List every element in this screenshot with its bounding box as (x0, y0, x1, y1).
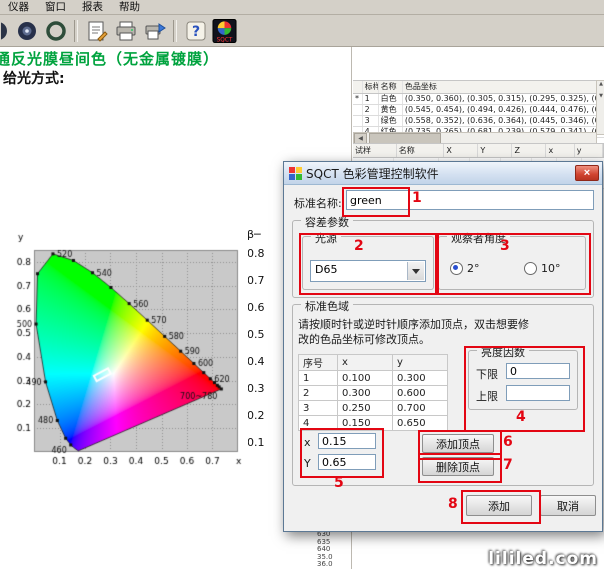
chevron-down-icon[interactable] (407, 262, 424, 280)
instruction-line-2: 改的色品坐标可修改顶点。 (298, 331, 430, 347)
add-vertex-button[interactable]: 添加顶点 (422, 434, 494, 453)
upper-limit-label: 上限 (476, 388, 498, 404)
lower-limit-input[interactable] (506, 363, 570, 379)
toolbar-separator (173, 20, 177, 42)
light-source-value: D65 (315, 263, 337, 276)
col-header-standard: 标样 (363, 81, 379, 93)
application-window: 仪器 窗口 报表 帮助 ? (0, 0, 604, 569)
y-coordinate-label: Y (304, 457, 311, 470)
annotation-number-7: 7 (503, 457, 513, 473)
table-row[interactable]: * 1 白色 (0.350, 0.360), (0.305, 0.315), (… (353, 94, 604, 105)
beta-axis-label: β─ (247, 228, 265, 241)
menu-item-window[interactable]: 窗口 (37, 0, 74, 14)
svg-text:SQCT: SQCT (217, 37, 233, 43)
sample-table-header: 试样 名称 X Y Z x y (353, 143, 604, 158)
observer-2deg-radio[interactable]: 2° (450, 262, 480, 275)
observer-10deg-radio[interactable]: 10° (524, 262, 561, 275)
radio-icon[interactable] (450, 262, 463, 275)
standard-gamut-group-label: 标准色域 (301, 298, 353, 314)
close-icon[interactable]: × (575, 165, 599, 181)
ring-icon[interactable] (42, 17, 69, 44)
dialog-title-bar[interactable]: SQCT 色彩管理控制软件 × (284, 162, 602, 185)
watermark: lililed.com (488, 549, 598, 569)
cie-chromaticity-chart (12, 226, 248, 474)
luminance-factor-group-label: 亮度因数 (477, 344, 529, 360)
menu-item-help[interactable]: 帮助 (111, 0, 148, 14)
print-export-icon[interactable] (141, 17, 168, 44)
sqct-logo-icon[interactable]: SQCT (211, 17, 238, 44)
col-header-coords: 色品坐标 (403, 81, 604, 93)
add-button[interactable]: 添加 (466, 495, 532, 516)
y-coordinate-input[interactable] (318, 454, 376, 470)
x-coordinate-label: x (304, 436, 311, 449)
vertex-row[interactable]: 40.1500.650 (299, 416, 448, 431)
document-title: 通反光膜昼间色（无金属镀膜） (0, 48, 219, 69)
clipped-icon[interactable] (0, 16, 11, 45)
menu-item-instrument[interactable]: 仪器 (0, 0, 37, 14)
vertex-row[interactable]: 10.1000.300 (299, 371, 448, 386)
tolerance-group-label: 容差参数 (301, 214, 353, 230)
table-row[interactable]: 3 绿色 (0.558, 0.352), (0.636, 0.364), (0.… (353, 116, 604, 127)
document-subtitle: 给光方式: (3, 68, 65, 88)
x-coordinate-input[interactable] (318, 433, 376, 449)
light-source-group-label: 光源 (311, 230, 341, 246)
background-table-fragment: 630 635 640 35.0 36.0 (317, 531, 333, 569)
table-row[interactable]: 2 黄色 (0.545, 0.454), (0.494, 0.426), (0.… (353, 105, 604, 116)
light-source-select[interactable]: D65 (310, 260, 426, 282)
annotation-number-5: 5 (334, 475, 344, 491)
cancel-button[interactable]: 取消 (540, 495, 596, 516)
annotation-number-3: 3 (500, 238, 510, 254)
vertex-row[interactable]: 20.3000.600 (299, 386, 448, 401)
standards-table: 标样 名称 色品坐标 * 1 白色 (0.350, 0.360), (0.305… (353, 80, 604, 138)
printer-icon[interactable] (112, 17, 139, 44)
annotation-number-2: 2 (354, 238, 364, 254)
annotation-number-6: 6 (503, 434, 513, 450)
upper-limit-input[interactable] (506, 385, 570, 401)
menu-bar: 仪器 窗口 报表 帮助 (0, 0, 604, 15)
standard-name-input[interactable] (346, 190, 594, 210)
lower-limit-label: 下限 (476, 366, 498, 382)
dialog-icon (289, 167, 302, 180)
dialog-sqct-color-management: SQCT 色彩管理控制软件 × 标准名称: 容差参数 光源 D65 观察者角度 … (283, 161, 603, 532)
annotation-number-8: 8 (448, 496, 458, 512)
annotation-number-1: 1 (412, 190, 422, 206)
standard-name-label: 标准名称: (294, 195, 342, 211)
target-icon[interactable] (13, 17, 40, 44)
vertex-table-header: 序号 x y (299, 355, 448, 371)
instruction-line-1: 请按顺时针或逆时针顺序添加顶点，双击想要修 (298, 316, 529, 332)
col-header-name: 名称 (379, 81, 403, 93)
vertex-table[interactable]: 序号 x y 10.1000.300 20.3000.600 30.2500.7… (298, 354, 448, 431)
menu-item-report[interactable]: 报表 (74, 0, 111, 14)
svg-text:?: ? (191, 24, 199, 40)
standards-table-header: 标样 名称 色品坐标 (353, 81, 604, 94)
toolbar-separator (74, 20, 78, 42)
delete-vertex-button[interactable]: 删除顶点 (422, 457, 494, 476)
radio-icon[interactable] (524, 262, 537, 275)
beta-axis: β─ 0.8 0.7 0.6 0.5 0.4 0.3 0.2 0.1 (247, 228, 265, 464)
vertex-row[interactable]: 30.2500.700 (299, 401, 448, 416)
help-icon[interactable]: ? (182, 17, 209, 44)
annotation-number-4: 4 (516, 409, 526, 425)
dialog-title: SQCT 色彩管理控制软件 (306, 165, 439, 182)
vertical-scrollbar[interactable]: ▲▼ (596, 80, 604, 135)
toolbar: ? SQCT (0, 15, 604, 47)
report-icon[interactable] (83, 17, 110, 44)
